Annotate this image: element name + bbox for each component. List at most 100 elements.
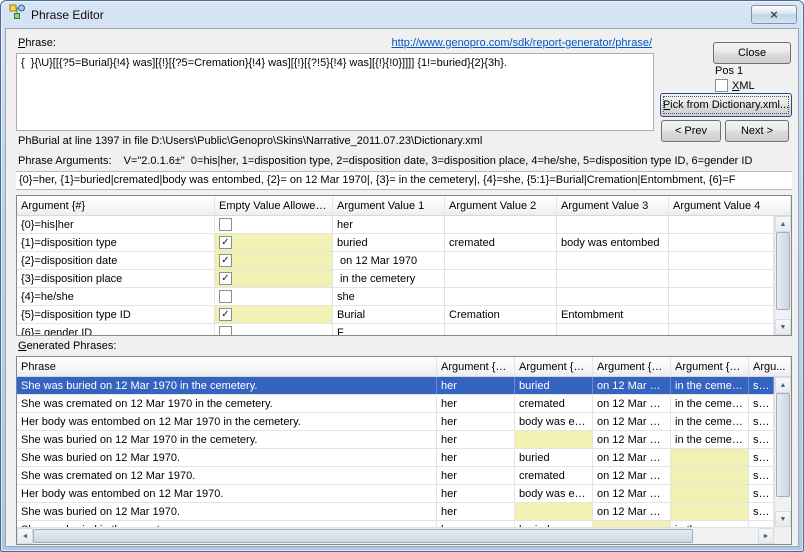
generated-phrase-row[interactable]: She was cremated on 12 Mar 1970. her cre… xyxy=(17,467,774,485)
scroll-up-button[interactable]: ▲ xyxy=(775,377,791,393)
argument-value-cell xyxy=(445,216,557,233)
arguments-table-body: {0}=his|her ✓ her {1}=disposition type ✓… xyxy=(17,216,774,335)
scroll-up-button[interactable]: ▲ xyxy=(775,216,791,232)
phrase-label: Phrase: xyxy=(18,37,56,49)
scroll-down-button[interactable]: ▼ xyxy=(775,511,791,527)
argument-value-cell xyxy=(669,234,774,251)
generated-phrase-row[interactable]: She was cremated on 12 Mar 1970 in the c… xyxy=(17,395,774,413)
scrollbar-corner xyxy=(774,527,791,544)
empty-allowed-checkbox[interactable]: ✓ xyxy=(219,272,232,285)
argument-cell: buried xyxy=(515,377,593,394)
phrase-editor-window: Phrase Editor × Phrase: http://www.genop… xyxy=(0,0,804,552)
empty-allowed-checkbox[interactable]: ✓ xyxy=(219,308,232,321)
empty-allowed-cell: ✓ xyxy=(215,252,333,269)
vertical-scrollbar[interactable]: ▲ ▼ xyxy=(774,377,791,527)
column-header[interactable]: Argument Value 1 xyxy=(333,196,445,215)
empty-allowed-checkbox[interactable]: ✓ xyxy=(219,236,232,249)
argument-cell: in the cemetery xyxy=(671,431,749,448)
column-header[interactable]: Phrase xyxy=(17,357,437,376)
column-header[interactable]: Argument {0} ... xyxy=(437,357,515,376)
argument-row[interactable]: {4}=he/she ✓ she xyxy=(17,288,774,306)
empty-allowed-checkbox[interactable]: ✓ xyxy=(219,326,232,335)
arguments-table: Argument {#} Empty Value Allowed... Argu… xyxy=(16,195,792,336)
close-button[interactable]: Close xyxy=(713,42,791,64)
empty-allowed-cell: ✓ xyxy=(215,306,333,323)
argument-row[interactable]: {0}=his|her ✓ her xyxy=(17,216,774,234)
argument-cell: her xyxy=(437,467,515,484)
scrollbar-thumb[interactable] xyxy=(776,393,790,497)
close-icon: × xyxy=(770,7,778,22)
scrollbar-thumb[interactable] xyxy=(33,529,693,543)
argument-value-cell xyxy=(557,324,669,335)
argument-cell: she xyxy=(749,395,774,412)
argument-row[interactable]: {3}=disposition place ✓ in the cemetery xyxy=(17,270,774,288)
window-title: Phrase Editor xyxy=(31,7,104,22)
checkmark-icon: ✓ xyxy=(221,236,230,248)
scroll-left-button[interactable]: ◄ xyxy=(17,528,33,544)
scroll-right-button[interactable]: ► xyxy=(758,528,774,544)
argument-cell: on 12 Mar 1970 xyxy=(593,449,671,466)
column-header[interactable]: Argument Value 4 xyxy=(669,196,791,215)
phrase-cell: She was buried on 12 Mar 1970. xyxy=(17,449,437,466)
argument-value-cell xyxy=(669,288,774,305)
column-header[interactable]: Argument {2} ... xyxy=(593,357,671,376)
generated-phrase-row[interactable]: Her body was entombed on 12 Mar 1970. he… xyxy=(17,485,774,503)
generated-phrase-row[interactable]: Her body was entombed on 12 Mar 1970 in … xyxy=(17,413,774,431)
phrase-doc-link[interactable]: http://www.genopro.com/sdk/report-genera… xyxy=(392,37,652,49)
column-header[interactable]: Empty Value Allowed... xyxy=(215,196,333,215)
argument-cell xyxy=(515,431,593,448)
empty-allowed-checkbox[interactable]: ✓ xyxy=(219,254,232,267)
vertical-scrollbar[interactable]: ▲ ▼ xyxy=(774,216,791,335)
argument-cell: on 12 Mar 1970 xyxy=(593,467,671,484)
xml-checkbox-row: ✓ XML xyxy=(715,79,755,92)
phrase-cell: She was cremated on 12 Mar 1970. xyxy=(17,467,437,484)
phrase-input[interactable]: { }{\U}[[{?5=Burial}{!4} was][{!}[{?5=Cr… xyxy=(16,53,654,131)
generated-phrase-row[interactable]: She was buried on 12 Mar 1970 in the cem… xyxy=(17,431,774,449)
horizontal-scrollbar[interactable]: ◄ ► xyxy=(17,527,774,544)
app-icon xyxy=(9,4,25,25)
argument-row[interactable]: {5}=disposition type ID ✓ Burial Cremati… xyxy=(17,306,774,324)
column-header[interactable]: Argu... xyxy=(749,357,791,376)
empty-allowed-checkbox[interactable]: ✓ xyxy=(219,218,232,231)
phrase-cell: She was buried on 12 Mar 1970 in the cem… xyxy=(17,431,437,448)
column-header[interactable]: Argument Value 2 xyxy=(445,196,557,215)
generated-table-header: Phrase Argument {0} ... Argument {1} ...… xyxy=(17,357,791,377)
argument-cell: on 12 Mar 1970 xyxy=(593,485,671,502)
checkmark-icon: ✓ xyxy=(221,254,230,266)
column-header[interactable]: Argument Value 3 xyxy=(557,196,669,215)
argument-value-cell xyxy=(557,270,669,287)
generated-phrase-row[interactable]: She was buried on 12 Mar 1970. her on 12… xyxy=(17,503,774,521)
argument-cell: she xyxy=(749,467,774,484)
generated-phrase-row[interactable]: She was buried on 12 Mar 1970 in the cem… xyxy=(17,377,774,395)
argument-value-cell xyxy=(669,306,774,323)
title-bar[interactable]: Phrase Editor × xyxy=(1,1,803,28)
phrase-cell: She was buried on 12 Mar 1970 in the cem… xyxy=(17,377,437,394)
argument-row[interactable]: {2}=disposition date ✓ on 12 Mar 1970 xyxy=(17,252,774,270)
next-button[interactable]: Next > xyxy=(725,120,789,142)
generated-phrase-row[interactable]: She was buried on 12 Mar 1970. her burie… xyxy=(17,449,774,467)
argument-cell: on 12 Mar 1970 xyxy=(593,395,671,412)
generated-phrases-label: Generated Phrases: xyxy=(18,340,117,352)
column-header[interactable]: Argument {#} xyxy=(17,196,215,215)
argument-cell: her xyxy=(437,485,515,502)
xml-checkbox[interactable]: ✓ xyxy=(715,79,728,92)
scrollbar-thumb[interactable] xyxy=(776,232,790,310)
pick-from-dictionary-button[interactable]: Pick from Dictionary.xml... xyxy=(660,93,792,117)
column-header[interactable]: Argument {1} ... xyxy=(515,357,593,376)
argument-row[interactable]: {6}= gender ID ✓ F xyxy=(17,324,774,335)
argument-row[interactable]: {1}=disposition type ✓ buried cremated b… xyxy=(17,234,774,252)
empty-allowed-checkbox[interactable]: ✓ xyxy=(219,290,232,303)
phrase-cell: She was cremated on 12 Mar 1970 in the c… xyxy=(17,395,437,412)
argument-cell: body was entombed xyxy=(515,413,593,430)
empty-allowed-cell: ✓ xyxy=(215,288,333,305)
argument-value-cell: body was entombed xyxy=(557,234,669,251)
argument-cell: she xyxy=(749,449,774,466)
argument-value-cell xyxy=(445,270,557,287)
argument-value-cell: F xyxy=(333,324,445,335)
phrase-cell: Her body was entombed on 12 Mar 1970. xyxy=(17,485,437,502)
column-header[interactable]: Argument {3} ... xyxy=(671,357,749,376)
scroll-down-button[interactable]: ▼ xyxy=(775,319,791,335)
phrase-arguments-values: {0}=her, {1}=buried|cremated|body was en… xyxy=(16,171,792,190)
prev-button[interactable]: < Prev xyxy=(661,120,721,142)
window-close-button[interactable]: × xyxy=(751,5,797,24)
